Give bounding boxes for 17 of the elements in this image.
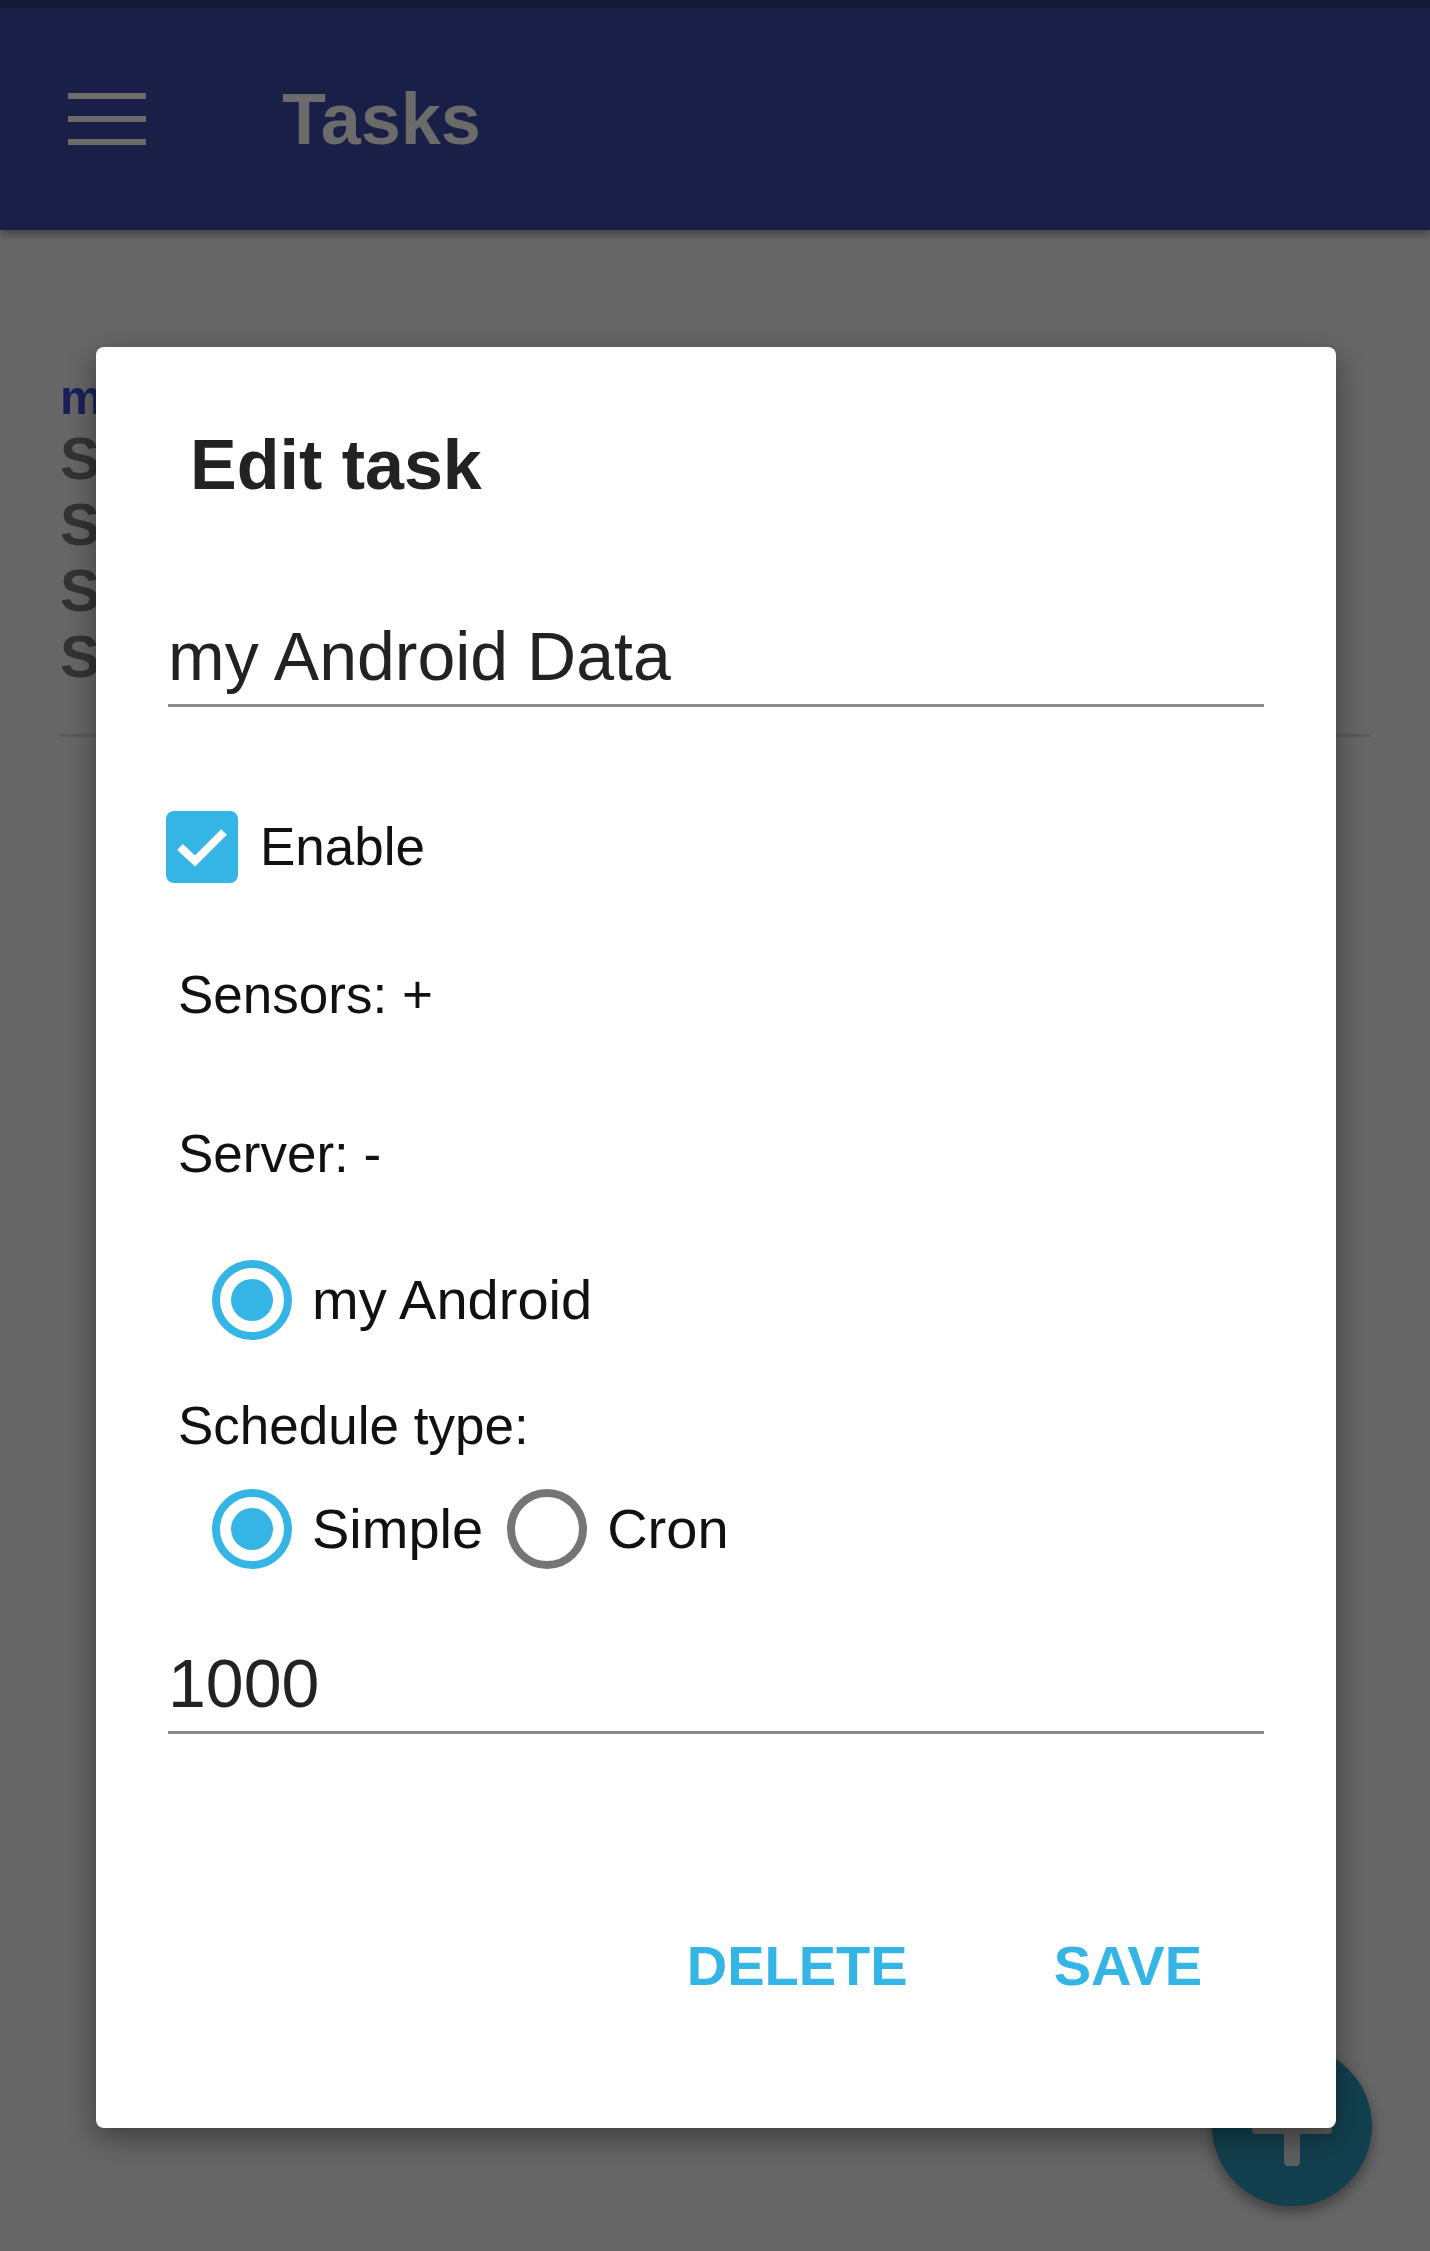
interval-field[interactable]: 1000 — [168, 1643, 1264, 1734]
sensors-label: Sensors: + — [178, 963, 433, 1026]
checkmark-icon — [176, 826, 228, 867]
name-field[interactable]: my Android Data — [168, 616, 1264, 707]
dialog-title: Edit task — [190, 427, 483, 504]
server-option[interactable]: my Android — [212, 1257, 593, 1342]
enable-label: Enable — [260, 815, 426, 878]
radio-button[interactable] — [212, 1259, 292, 1340]
schedule-type-option[interactable]: Cron — [507, 1487, 729, 1572]
radio-button[interactable] — [507, 1489, 588, 1570]
enable-checkbox[interactable] — [166, 810, 238, 883]
server-label: Server: - — [178, 1123, 382, 1186]
schedule-type-label: Schedule type: — [178, 1394, 529, 1457]
menu-icon[interactable] — [68, 93, 146, 145]
app-title: Tasks — [282, 83, 481, 155]
radio-button[interactable] — [212, 1489, 292, 1570]
schedule-type-option[interactable]: Simple — [212, 1487, 484, 1572]
